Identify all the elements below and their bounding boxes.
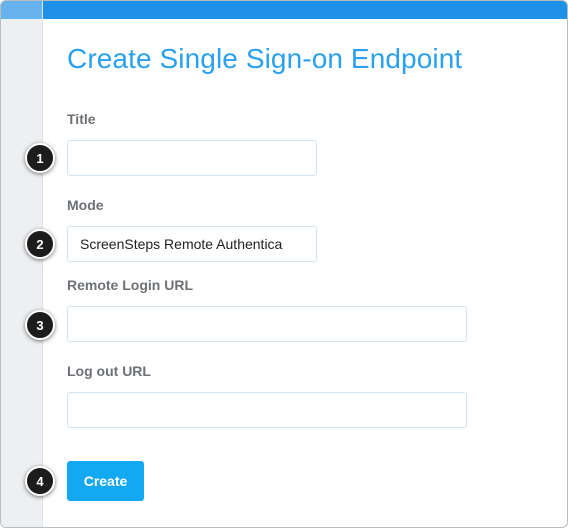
app-window: Create Single Sign-on Endpoint Title Mod… <box>0 0 568 528</box>
title-input[interactable] <box>67 140 317 176</box>
title-label: Title <box>67 111 96 127</box>
remote-login-url-label: Remote Login URL <box>67 277 193 293</box>
create-button[interactable]: Create <box>67 461 144 501</box>
mode-selected-value: ScreenSteps Remote Authentica <box>80 236 283 252</box>
sidebar <box>1 1 43 527</box>
logout-url-label: Log out URL <box>67 363 151 379</box>
mode-label: Mode <box>67 197 104 213</box>
annotation-badge-4: 4 <box>25 466 55 496</box>
page-title: Create Single Sign-on Endpoint <box>67 43 463 74</box>
main-content: Create Single Sign-on Endpoint Title Mod… <box>67 1 567 527</box>
annotation-badge-1: 1 <box>25 143 55 173</box>
annotation-badge-3: 3 <box>25 310 55 340</box>
sidebar-header <box>1 1 42 19</box>
annotation-badge-2: 2 <box>25 229 55 259</box>
mode-select[interactable]: ScreenSteps Remote Authentica <box>67 226 317 262</box>
logout-url-input[interactable] <box>67 392 467 428</box>
remote-login-url-input[interactable] <box>67 306 467 342</box>
